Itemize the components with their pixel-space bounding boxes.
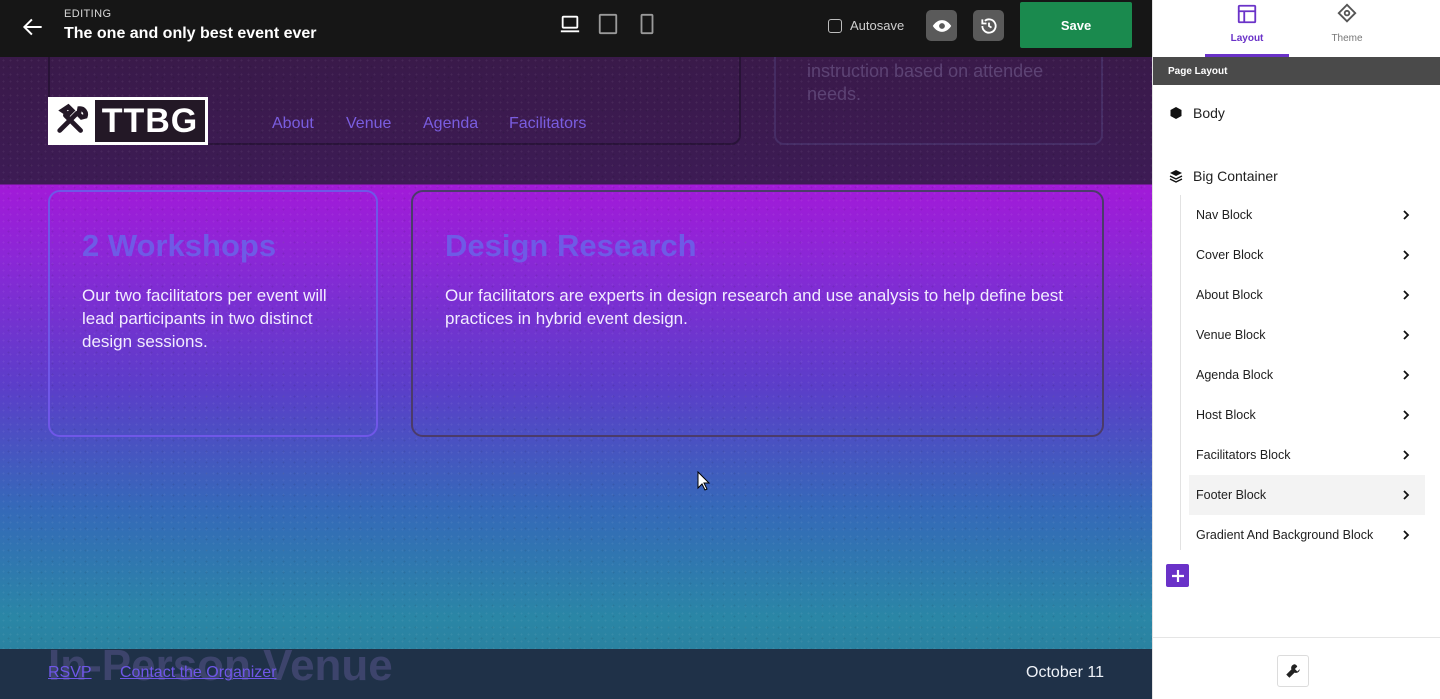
tree-item-agenda-block[interactable]: Agenda Block xyxy=(1189,355,1425,395)
workshops-card[interactable]: 2 Workshops Our two facilitators per eve… xyxy=(48,190,378,437)
back-arrow-icon[interactable] xyxy=(20,14,46,40)
layout-panel: Layout Theme Page Layout Body Big Contai… xyxy=(1152,0,1440,699)
site-footer: In-Person Venue RSVP Contact the Organiz… xyxy=(0,641,1152,699)
panel-footer xyxy=(1153,637,1440,699)
tree-item-label: Footer Block xyxy=(1196,488,1267,502)
chevron-right-icon xyxy=(1403,210,1410,220)
tree-item-label: Agenda Block xyxy=(1196,368,1274,382)
hexagon-icon xyxy=(1170,107,1182,119)
tab-theme[interactable]: Theme xyxy=(1303,0,1391,57)
tree-body[interactable]: Body xyxy=(1169,105,1225,121)
tree-item-cover-block[interactable]: Cover Block xyxy=(1189,235,1425,275)
tab-label: Theme xyxy=(1331,33,1363,44)
document-title: The one and only best event ever xyxy=(64,25,317,42)
tree-item-label: Venue Block xyxy=(1196,328,1266,342)
mobile-view-icon[interactable] xyxy=(636,13,658,35)
chevron-right-icon xyxy=(1403,410,1410,420)
chevron-right-icon xyxy=(1403,330,1410,340)
tree-item-label: Host Block xyxy=(1196,408,1256,422)
tree-item-host-block[interactable]: Host Block xyxy=(1189,395,1425,435)
chevron-right-icon xyxy=(1403,250,1410,260)
chevron-right-icon xyxy=(1403,290,1410,300)
tab-label: Layout xyxy=(1230,33,1264,44)
tree-big-container[interactable]: Big Container xyxy=(1169,168,1278,184)
chevron-right-icon xyxy=(1403,450,1410,460)
card-body: Our two facilitators per event will lead… xyxy=(82,286,327,351)
settings-button[interactable] xyxy=(1277,655,1309,687)
card-title: Design Research xyxy=(445,228,697,263)
card-title: 2 Workshops xyxy=(82,228,277,263)
logo-wordmark: TTBG xyxy=(95,100,205,142)
design-research-card[interactable]: Design Research Our facilitators are exp… xyxy=(411,190,1104,437)
nav-link-facilitators[interactable]: Facilitators xyxy=(509,115,586,133)
autosave-toggle[interactable]: Autosave xyxy=(828,18,904,33)
tree-item-footer-block[interactable]: Footer Block xyxy=(1189,475,1425,515)
editing-label: EDITING xyxy=(64,8,112,20)
tree-item-about-block[interactable]: About Block xyxy=(1189,275,1425,315)
site-nav: TTBG About Venue Agenda Facilitators xyxy=(0,57,1152,185)
add-block-button[interactable] xyxy=(1166,564,1189,587)
history-icon xyxy=(980,17,997,34)
tree-item-label: Nav Block xyxy=(1196,208,1253,222)
tree-big-container-label: Big Container xyxy=(1193,168,1278,184)
card-body: Our facilitators are experts in design r… xyxy=(445,286,1064,328)
tree-item-label: Gradient And Background Block xyxy=(1196,528,1374,542)
tree-item-facilitators-block[interactable]: Facilitators Block xyxy=(1189,435,1425,475)
nav-link-agenda[interactable]: Agenda xyxy=(423,115,478,133)
preview-button[interactable] xyxy=(926,10,957,41)
section-title: Page Layout xyxy=(1153,57,1440,85)
tablet-view-icon[interactable] xyxy=(597,13,619,35)
tab-layout[interactable]: Layout xyxy=(1203,0,1291,57)
tree-item-nav-block[interactable]: Nav Block xyxy=(1189,195,1425,235)
eye-icon xyxy=(932,19,951,32)
layout-icon xyxy=(1237,4,1257,24)
tree-body-label: Body xyxy=(1193,105,1225,121)
autosave-label: Autosave xyxy=(850,18,905,33)
event-date: October 11 xyxy=(1026,664,1104,681)
history-button[interactable] xyxy=(973,10,1004,41)
tree-guide-line xyxy=(1180,195,1181,550)
chevron-right-icon xyxy=(1403,530,1410,540)
tree-item-label: About Block xyxy=(1196,288,1263,302)
nav-link-venue[interactable]: Venue xyxy=(346,115,391,133)
theme-icon xyxy=(1337,3,1357,23)
plus-icon xyxy=(1171,569,1184,582)
rsvp-link[interactable]: RSVP xyxy=(48,664,92,682)
tree-item-label: Cover Block xyxy=(1196,248,1264,262)
site-logo[interactable]: TTBG xyxy=(48,97,208,145)
nav-link-about[interactable]: About xyxy=(272,115,314,133)
mouse-cursor-icon xyxy=(697,471,711,491)
site-preview-canvas[interactable]: instruction based on attendee needs. TTB… xyxy=(0,57,1152,699)
save-button[interactable]: Save xyxy=(1020,2,1132,48)
editor-topbar: EDITING The one and only best event ever… xyxy=(0,0,1152,57)
layers-icon xyxy=(1169,170,1183,183)
contact-organizer-link[interactable]: Contact the Organizer xyxy=(120,664,277,682)
desktop-view-icon[interactable] xyxy=(559,13,581,35)
wrench-icon xyxy=(1286,664,1300,678)
autosave-checkbox[interactable] xyxy=(828,18,842,33)
chevron-right-icon xyxy=(1403,490,1410,500)
tree-item-label: Facilitators Block xyxy=(1196,448,1291,462)
chevron-right-icon xyxy=(1403,370,1410,380)
tree-item-venue-block[interactable]: Venue Block xyxy=(1189,315,1425,355)
tools-icon xyxy=(51,100,95,142)
tree-item-gradient-block[interactable]: Gradient And Background Block xyxy=(1189,515,1425,555)
